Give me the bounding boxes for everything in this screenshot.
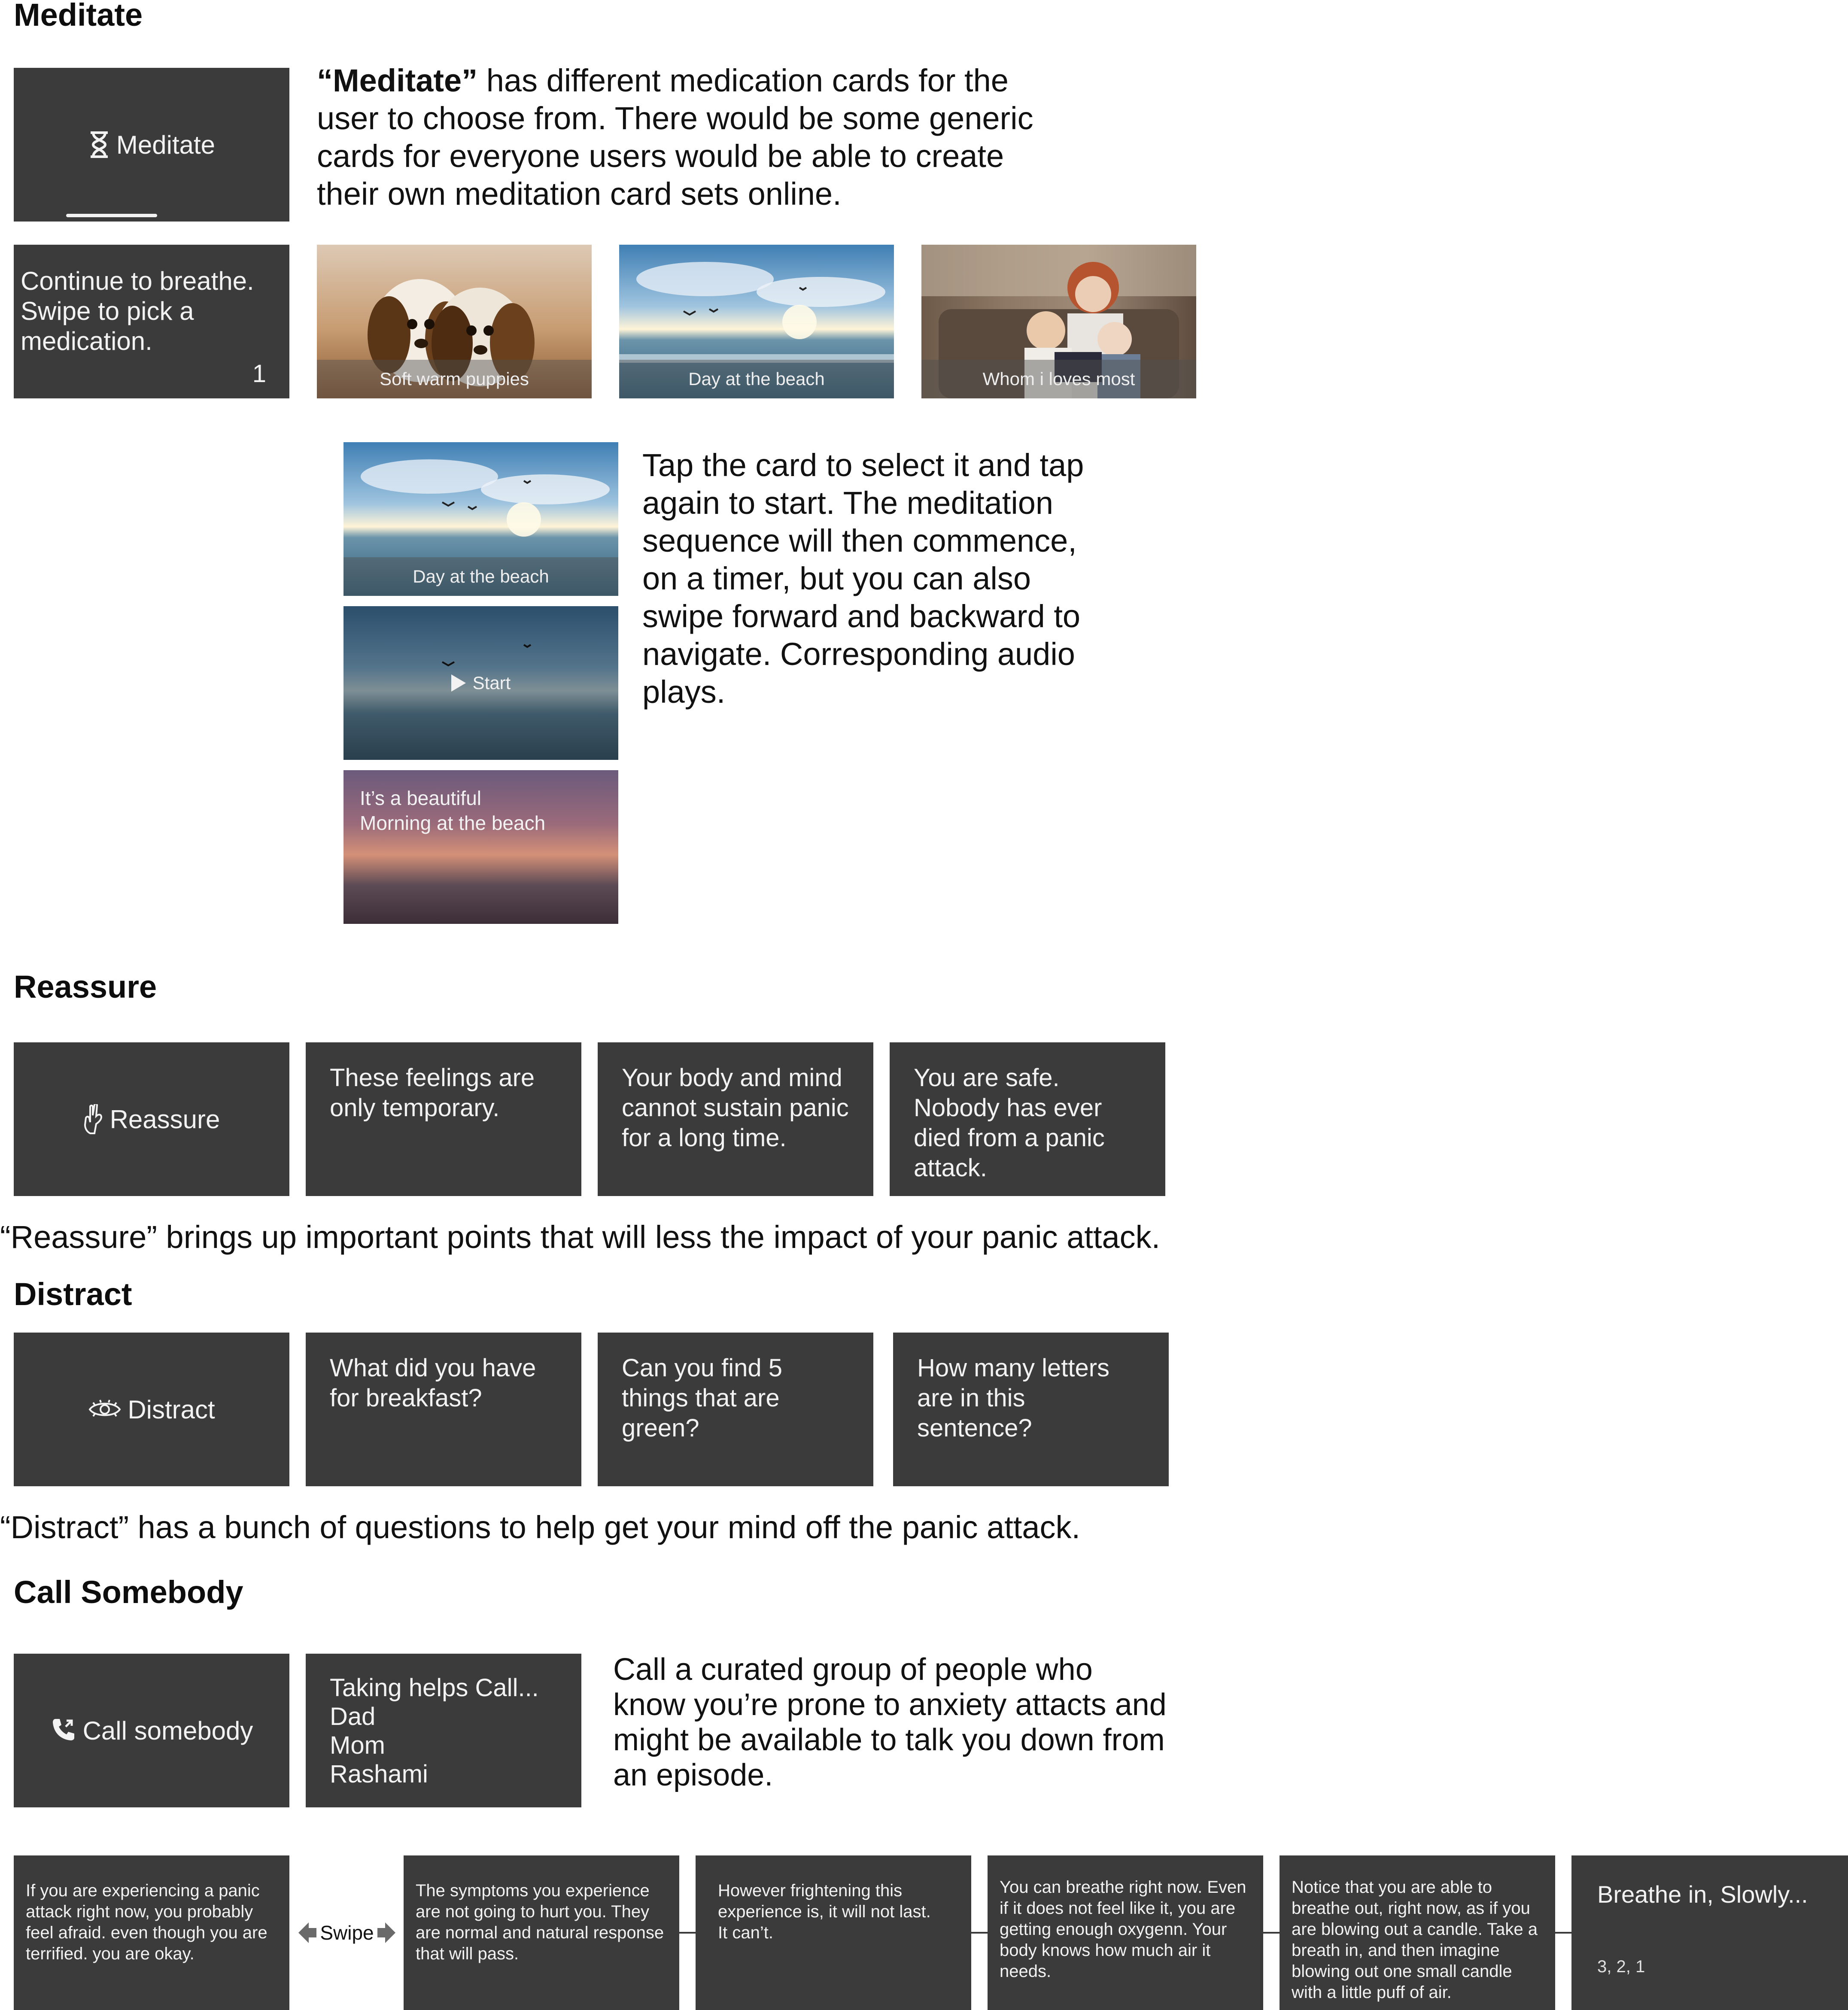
selected-indicator [66, 214, 157, 217]
call-menu-card[interactable]: Call somebody [14, 1654, 289, 1807]
contact-item[interactable]: Rashami [330, 1760, 557, 1788]
flow-card[interactable]: Notice that you are able to breathe out,… [1280, 1855, 1555, 2010]
flow-card[interactable]: If you are experiencing a panic attack r… [14, 1855, 289, 2010]
contact-item[interactable]: Dad [330, 1702, 557, 1731]
arrow-left-icon [298, 1922, 309, 1943]
contact-item[interactable]: Mom [330, 1731, 557, 1760]
eye-icon [88, 1397, 122, 1421]
reassure-description: “Reassure” brings up important points th… [0, 1219, 1161, 1255]
arrow-right-icon [385, 1922, 395, 1943]
card-caption: Day at the beach [343, 557, 618, 596]
page-number: 1 [252, 360, 266, 388]
meditation-card-beach[interactable]: Day at the beach [619, 245, 894, 398]
breathe-count: 3, 2, 1 [1597, 1957, 1645, 1976]
sequence-card-narration[interactable]: It’s a beautiful Morning at the beach [343, 770, 618, 924]
reassure-heading: Reassure [14, 969, 157, 1005]
phone-call-icon [50, 1717, 77, 1744]
breathe-card[interactable]: Breathe in, Slowly... 3, 2, 1 [1571, 1855, 1848, 2010]
call-menu-label: Call somebody [82, 1716, 253, 1745]
flow-card[interactable]: You can breathe right now. Even if it do… [988, 1855, 1263, 2010]
reassure-card[interactable]: These feelings are only temporary. [306, 1042, 581, 1196]
distract-description: “Distract” has a bunch of questions to h… [0, 1509, 1081, 1545]
swipe-indicator: Swipe [290, 1922, 404, 1944]
reassure-card[interactable]: You are safe. Nobody has ever died from … [890, 1042, 1165, 1196]
narration-text: It’s a beautiful Morning at the beach [360, 787, 546, 834]
start-label: Start [472, 673, 511, 693]
call-contacts-card[interactable]: Taking helps Call... Dad Mom Rashami [306, 1654, 581, 1807]
card-caption: Day at the beach [619, 360, 894, 398]
flow-card[interactable]: The symptoms you experience are not goin… [404, 1855, 679, 2010]
reassure-card[interactable]: Your body and mind cannot sustain panic … [598, 1042, 873, 1196]
meditate-heading: Meditate [14, 0, 143, 33]
flow-card[interactable]: However frightening this experience is, … [696, 1855, 971, 2010]
swipe-label: Swipe [320, 1922, 374, 1944]
distract-menu-label: Distract [128, 1395, 215, 1424]
reassure-menu-label: Reassure [109, 1105, 220, 1134]
reassure-menu-card[interactable]: Reassure [14, 1042, 289, 1196]
card-caption: Whom i loves most [921, 360, 1196, 398]
sequence-card-start[interactable]: Start [343, 606, 618, 760]
meditate-menu-card[interactable]: Meditate [14, 68, 289, 222]
meditation-card-puppies[interactable]: Soft warm puppies [317, 245, 592, 398]
card-caption: Soft warm puppies [317, 360, 592, 398]
distract-card[interactable]: What did you have for breakfast? [306, 1333, 581, 1486]
sequence-description: Tap the card to select it and tap again … [642, 447, 1084, 710]
ok-hand-icon [83, 1104, 104, 1134]
distract-menu-card[interactable]: Distract [14, 1333, 289, 1486]
call-heading: Call Somebody [14, 1574, 243, 1610]
distract-card[interactable]: Can you find 5 things that are green? [598, 1333, 873, 1486]
call-list-title: Taking helps Call... [330, 1674, 539, 1702]
start-button[interactable]: Start [343, 606, 618, 760]
meditate-prompt-card[interactable]: Continue to breathe. Swipe to pick a med… [14, 245, 289, 398]
prompt-text: Continue to breathe. Swipe to pick a med… [21, 267, 254, 355]
meditation-card-family[interactable]: Whom i loves most [921, 245, 1196, 398]
meditate-description: “Meditate” has different medication card… [317, 63, 1033, 212]
sequence-card-beach[interactable]: Day at the beach [343, 442, 618, 596]
meditate-menu-label: Meditate [116, 130, 216, 159]
call-description: Call a curated group of people who know … [613, 1652, 1167, 1792]
distract-heading: Distract [14, 1276, 132, 1312]
distract-card[interactable]: How many letters are in this sentence? [893, 1333, 1169, 1486]
play-icon [451, 674, 466, 692]
breathe-title: Breathe in, Slowly... [1597, 1881, 1808, 1908]
hourglass-icon [88, 131, 110, 158]
